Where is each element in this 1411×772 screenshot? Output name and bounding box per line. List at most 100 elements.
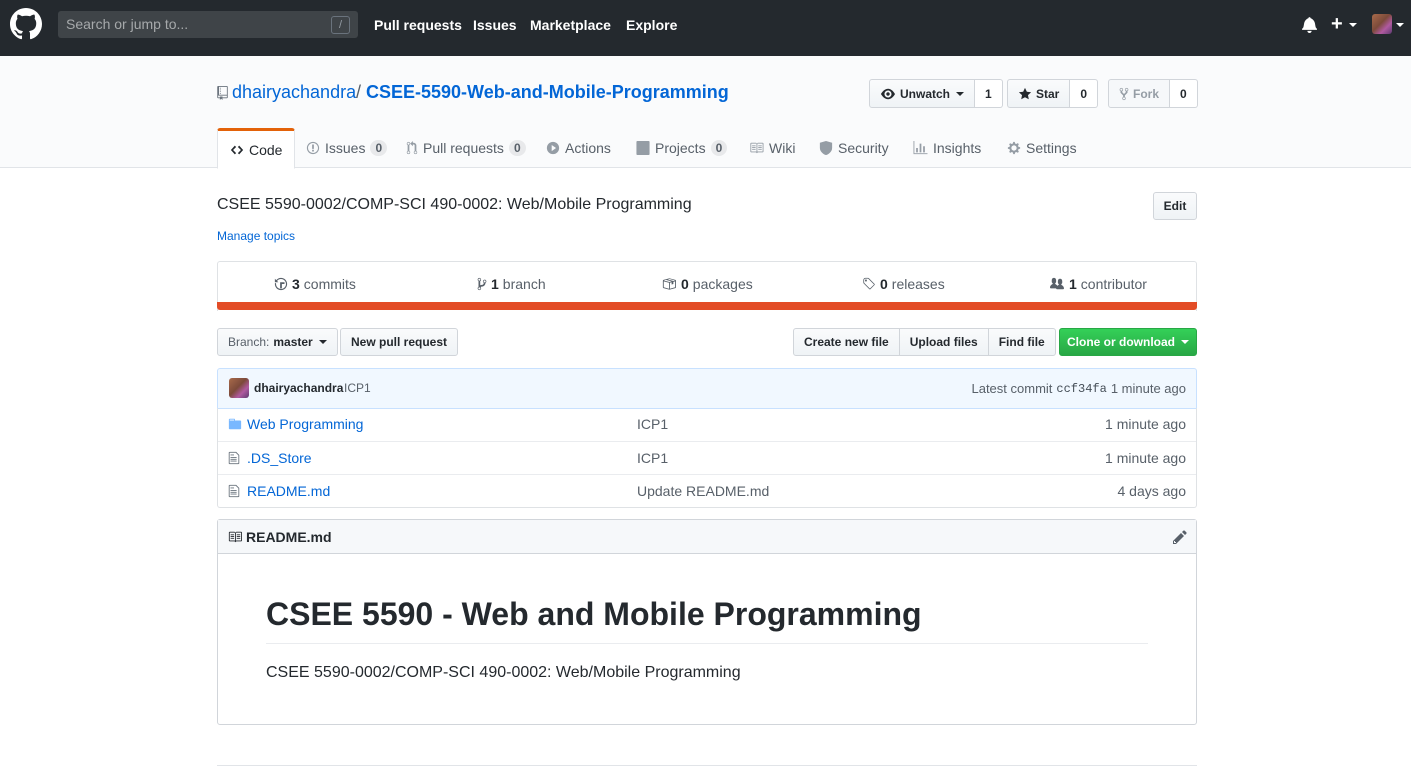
tab-issues[interactable]: Issues 0 [306, 128, 388, 168]
package-icon [662, 278, 676, 290]
fork-count[interactable]: 0 [1170, 79, 1198, 108]
user-avatar[interactable] [1372, 14, 1392, 34]
tab-projects-count: 0 [710, 140, 728, 156]
repo-description: CSEE 5590-0002/COMP-SCI 490-0002: Web/Mo… [217, 196, 692, 213]
tab-settings[interactable]: Settings [1007, 128, 1077, 168]
commits-count: 3 [292, 276, 300, 292]
fork-button[interactable]: Fork [1108, 79, 1171, 108]
tab-issues-label: Issues [325, 140, 366, 156]
branch-name: master [273, 335, 313, 349]
people-icon [1050, 277, 1064, 290]
create-menu-caret-icon[interactable] [1349, 23, 1357, 27]
packages-link[interactable]: 0 packages [661, 276, 753, 292]
clone-label: Clone or download [1067, 335, 1175, 349]
contributors-count: 1 [1069, 276, 1077, 292]
releases-link[interactable]: 0 releases [862, 276, 945, 292]
watch-count[interactable]: 1 [975, 79, 1003, 108]
commit-sha-link[interactable]: ccf34fa [1056, 382, 1106, 396]
branch-icon [477, 277, 487, 291]
search-placeholder: Search or jump to... [66, 16, 189, 32]
branch-caret-icon [318, 340, 327, 344]
pencil-icon[interactable] [1173, 529, 1187, 545]
nav-explore[interactable]: Explore [626, 17, 677, 33]
tab-code[interactable]: Code [217, 128, 296, 169]
commits-label: commits [303, 276, 356, 292]
file-age: 1 minute ago [1105, 416, 1186, 432]
user-menu-caret-icon[interactable] [1396, 23, 1404, 27]
pull-request-icon [406, 141, 418, 155]
tab-insights[interactable]: Insights [913, 128, 981, 168]
readme-divider [266, 643, 1148, 644]
new-pull-request-button[interactable]: New pull request [340, 328, 459, 356]
tab-insights-label: Insights [933, 140, 982, 156]
global-header: Search or jump to... / Pull requests Iss… [0, 0, 1411, 56]
unwatch-button[interactable]: Unwatch [869, 79, 976, 108]
tab-security-label: Security [838, 140, 889, 156]
repo-name-link[interactable]: CSEE-5590-Web-and-Mobile-Programming [366, 82, 729, 103]
tab-actions[interactable]: Actions [546, 128, 611, 168]
graph-icon [913, 141, 928, 155]
star-icon [1018, 87, 1032, 99]
file-name-link[interactable]: README.md [247, 483, 330, 499]
file-list: Web Programming ICP1 1 minute ago .DS_St… [217, 408, 1197, 508]
packages-label: packages [692, 276, 753, 292]
manage-topics-link[interactable]: Manage topics [217, 229, 295, 243]
search-input[interactable]: Search or jump to... / [58, 11, 358, 38]
commit-author-link[interactable]: dhairyachandra [254, 381, 343, 395]
language-bar[interactable] [217, 302, 1197, 310]
branches-label: branch [502, 276, 546, 292]
file-name-link[interactable]: .DS_Store [247, 450, 312, 466]
file-commit-message[interactable]: ICP1 [637, 450, 668, 466]
book-icon [750, 142, 764, 154]
fork-button-group: Fork 0 [1108, 79, 1198, 108]
nav-issues[interactable]: Issues [473, 17, 517, 33]
contributors-link[interactable]: 1 contributor [1049, 276, 1147, 292]
tab-wiki[interactable]: Wiki [749, 128, 795, 168]
tab-pull-requests[interactable]: Pull requests 0 [406, 128, 526, 168]
tab-projects-label: Projects [655, 140, 706, 156]
github-logo-icon[interactable] [10, 8, 42, 40]
play-icon [546, 141, 560, 155]
fork-label: Fork [1133, 86, 1160, 101]
file-age: 1 minute ago [1105, 450, 1186, 466]
tab-settings-label: Settings [1026, 140, 1077, 156]
tab-projects[interactable]: Projects 0 [636, 128, 728, 168]
bell-icon[interactable] [1302, 16, 1317, 33]
tab-pull-requests-count: 0 [508, 140, 526, 156]
repo-owner-link[interactable]: dhairyachandra [232, 82, 356, 103]
table-row: Web Programming ICP1 1 minute ago [218, 408, 1196, 441]
edit-description-button[interactable]: Edit [1153, 192, 1197, 220]
create-new-file-button[interactable]: Create new file [793, 328, 900, 356]
table-row: README.md Update README.md 4 days ago [218, 474, 1196, 507]
tab-security[interactable]: Security [819, 128, 889, 168]
file-name-link[interactable]: Web Programming [247, 416, 363, 432]
file-commit-message[interactable]: ICP1 [637, 416, 668, 432]
upload-files-button[interactable]: Upload files [898, 328, 989, 356]
latest-commit-label: Latest commit [971, 381, 1053, 396]
project-icon [636, 141, 650, 155]
commits-link[interactable]: 3 commits [274, 276, 356, 292]
commit-message-link[interactable]: ICP1 [344, 381, 371, 395]
footer-divider [217, 765, 1197, 766]
nav-marketplace[interactable]: Marketplace [530, 17, 611, 33]
contributors-label: contributor [1080, 276, 1147, 292]
branch-select-button[interactable]: Branch: master [217, 328, 338, 356]
file-commit-message[interactable]: Update README.md [637, 483, 769, 499]
tab-code-label: Code [249, 141, 283, 158]
find-file-button[interactable]: Find file [987, 328, 1056, 356]
eye-icon [881, 88, 895, 99]
commit-author-avatar[interactable] [229, 378, 249, 398]
create-new-plus-icon[interactable]: + [1331, 14, 1343, 34]
watch-button-group: Unwatch 1 [869, 79, 1003, 108]
table-row: .DS_Store ICP1 1 minute ago [218, 441, 1196, 474]
star-count[interactable]: 0 [1070, 79, 1099, 108]
unwatch-label: Unwatch [900, 86, 951, 101]
clone-or-download-button[interactable]: Clone or download [1059, 328, 1197, 356]
book-icon [227, 530, 243, 544]
branches-link[interactable]: 1 branch [477, 276, 546, 292]
issue-icon [306, 141, 320, 155]
packages-count: 0 [681, 276, 689, 292]
shield-icon [819, 141, 833, 155]
star-button[interactable]: Star [1007, 79, 1071, 108]
nav-pull-requests[interactable]: Pull requests [374, 17, 462, 33]
